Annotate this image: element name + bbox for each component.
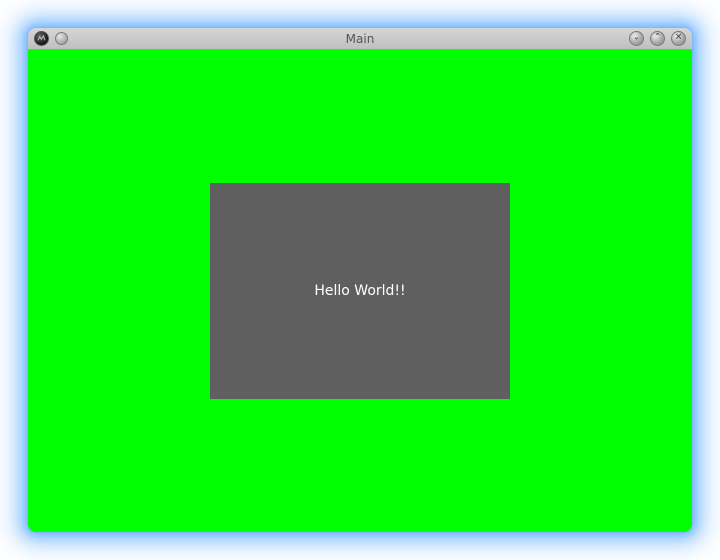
content-area: Hello World!! xyxy=(28,50,692,532)
hello-label: Hello World!! xyxy=(314,283,405,299)
window-title: Main xyxy=(28,32,692,46)
minimize-button[interactable]: ⌄ xyxy=(629,31,644,46)
titlebar-right-group: ⌄ ⌃ ✕ xyxy=(629,31,686,46)
titlebar-left-group xyxy=(34,31,68,46)
app-menu-icon[interactable] xyxy=(34,31,49,46)
maximize-icon: ⌃ xyxy=(654,34,662,43)
center-panel: Hello World!! xyxy=(210,183,510,399)
close-icon: ✕ xyxy=(675,34,683,43)
pin-button[interactable] xyxy=(55,32,68,45)
maximize-button[interactable]: ⌃ xyxy=(650,31,665,46)
close-button[interactable]: ✕ xyxy=(671,31,686,46)
minimize-icon: ⌄ xyxy=(633,34,641,43)
titlebar: Main ⌄ ⌃ ✕ xyxy=(28,28,692,50)
window: Main ⌄ ⌃ ✕ Hello World!! xyxy=(28,28,692,532)
